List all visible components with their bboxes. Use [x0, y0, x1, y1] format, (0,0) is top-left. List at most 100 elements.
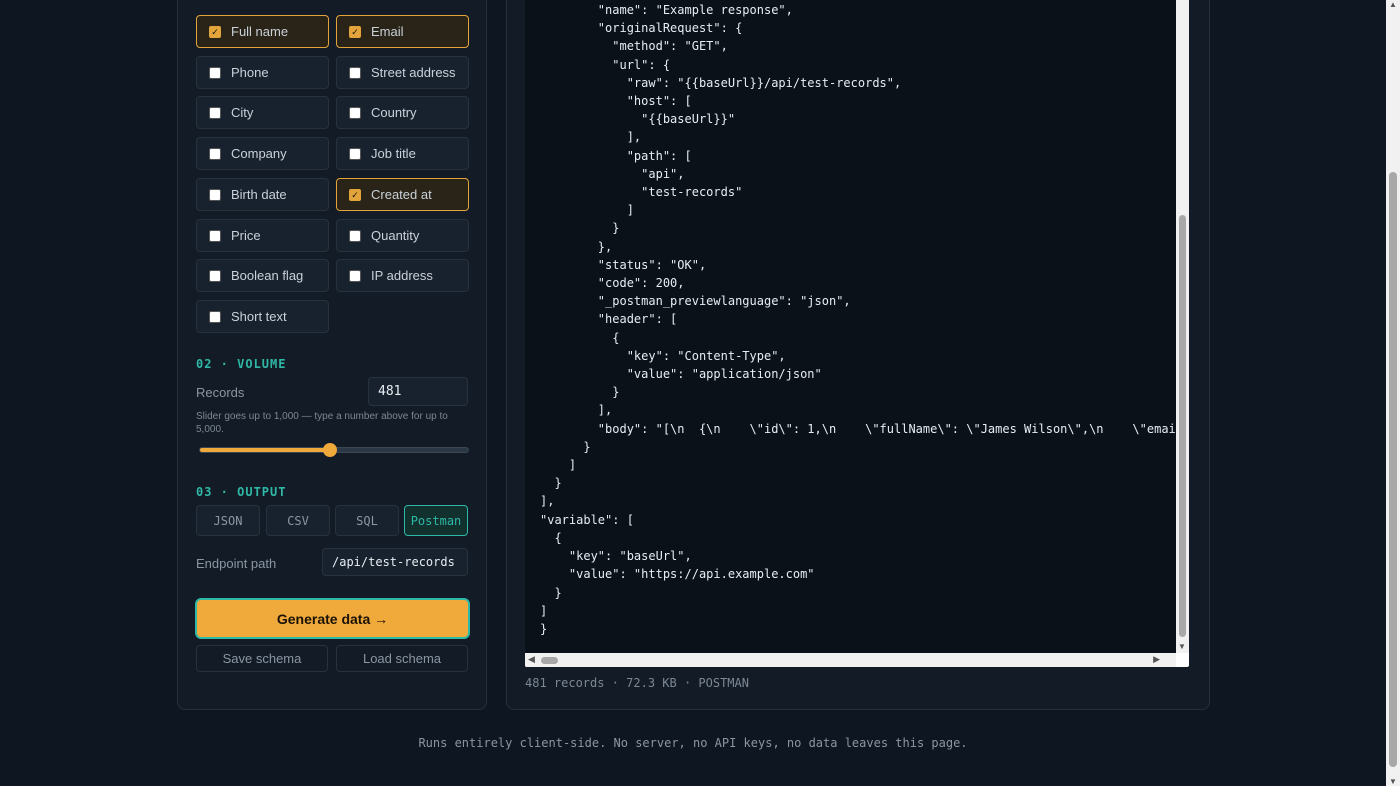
checkbox[interactable]: [209, 106, 221, 119]
field-option-short-text[interactable]: Short text: [196, 300, 329, 333]
generate-button[interactable]: Generate data →: [195, 598, 470, 639]
endpoint-path-input[interactable]: /api/test-records: [322, 548, 468, 576]
code-line: "value": "https://api.example.com": [540, 567, 815, 582]
code-line: "body": "[\n {\n \"id\": 1,\n \"fullName…: [540, 421, 1176, 436]
code-line: }: [540, 439, 591, 454]
code-line: "path": [: [540, 148, 692, 163]
field-label: Country: [371, 105, 417, 120]
field-option-full-name[interactable]: ✓ Full name: [196, 15, 329, 48]
code-line: }: [540, 476, 562, 491]
endpoint-label: Endpoint path: [196, 556, 277, 571]
code-line: "code": 200,: [540, 276, 685, 291]
slider-fill: [200, 448, 330, 452]
code-text: "name": "Example response", "originalReq…: [540, 1, 1176, 638]
scroll-up-arrow-icon[interactable]: ▲: [1389, 0, 1397, 9]
field-option-created-at[interactable]: ✓ Created at: [336, 178, 469, 211]
field-label: Price: [231, 228, 261, 243]
field-option-price[interactable]: Price: [196, 219, 329, 252]
page-scrollbar[interactable]: ▲ ▼: [1386, 0, 1400, 786]
field-option-city[interactable]: City: [196, 96, 329, 129]
checkbox[interactable]: ✓: [349, 188, 361, 201]
field-label: Boolean flag: [231, 268, 304, 283]
field-option-job-title[interactable]: Job title: [336, 137, 469, 170]
scroll-left-arrow-icon[interactable]: ◀: [528, 654, 535, 665]
code-horizontal-scrollbar[interactable]: ◀ ▶: [525, 653, 1176, 667]
scroll-down-arrow-icon[interactable]: ▼: [1178, 642, 1186, 651]
load-schema-button[interactable]: Load schema: [336, 645, 468, 672]
code-output[interactable]: "name": "Example response", "originalReq…: [525, 0, 1189, 667]
code-line: ],: [540, 494, 555, 509]
checkbox[interactable]: ✓: [209, 25, 221, 38]
code-line: ]: [540, 458, 577, 473]
field-label: Full name: [231, 24, 289, 39]
page-scroll-thumb[interactable]: [1389, 172, 1397, 767]
code-vertical-scrollbar[interactable]: ▼: [1176, 0, 1189, 653]
code-line: "originalRequest": {: [540, 21, 743, 36]
checkbox[interactable]: [349, 229, 361, 242]
field-label: Company: [231, 146, 287, 161]
field-label: Street address: [371, 65, 456, 80]
code-line: "test-records": [540, 185, 743, 200]
records-slider[interactable]: [199, 443, 469, 457]
checkbox[interactable]: [349, 147, 361, 160]
format-json-button[interactable]: JSON: [196, 505, 260, 536]
code-line: "value": "application/json": [540, 367, 822, 382]
field-label: IP address: [371, 268, 433, 283]
code-viewport: "name": "Example response", "originalReq…: [525, 0, 1176, 653]
code-line: "variable": [: [540, 512, 634, 527]
field-option-company[interactable]: Company: [196, 137, 329, 170]
field-option-birth-date[interactable]: Birth date: [196, 178, 329, 211]
code-line: ],: [540, 403, 613, 418]
code-line: "method": "GET",: [540, 39, 728, 54]
field-option-ip-address[interactable]: IP address: [336, 259, 469, 292]
output-status: 481 records · 72.3 KB · POSTMAN: [525, 676, 749, 690]
field-label: Email: [371, 24, 404, 39]
code-line: {: [540, 330, 620, 345]
footer-note: Runs entirely client-side. No server, no…: [418, 736, 968, 750]
checkbox[interactable]: [209, 66, 221, 79]
records-input[interactable]: 481: [368, 377, 468, 406]
code-line: "key": "Content-Type",: [540, 348, 786, 363]
code-line: }: [540, 221, 620, 236]
checkbox[interactable]: [209, 310, 221, 323]
code-line: ]: [540, 603, 548, 618]
field-option-quantity[interactable]: Quantity: [336, 219, 469, 252]
checkbox[interactable]: ✓: [349, 25, 361, 38]
output-heading: 03 · OUTPUT: [196, 485, 287, 499]
code-line: "host": [: [540, 94, 692, 109]
code-line: "_postman_previewlanguage": "json",: [540, 294, 851, 309]
code-line: }: [540, 621, 548, 636]
slider-hint: Slider goes up to 1,000 — type a number …: [196, 411, 448, 435]
code-line: "raw": "{{baseUrl}}/api/test-records",: [540, 75, 902, 90]
scroll-thumb[interactable]: [541, 657, 558, 664]
field-option-country[interactable]: Country: [336, 96, 469, 129]
field-option-email[interactable]: ✓ Email: [336, 15, 469, 48]
field-label: Phone: [231, 65, 269, 80]
format-sql-button[interactable]: SQL: [335, 505, 399, 536]
field-option-phone[interactable]: Phone: [196, 56, 329, 89]
checkbox[interactable]: [209, 229, 221, 242]
code-line: "url": {: [540, 57, 671, 72]
field-label: Quantity: [371, 228, 420, 243]
scroll-thumb[interactable]: [1179, 215, 1186, 637]
field-option-street-address[interactable]: Street address: [336, 56, 469, 89]
checkbox[interactable]: [209, 188, 221, 201]
code-line: "api",: [540, 166, 685, 181]
checkbox[interactable]: [349, 106, 361, 119]
slider-thumb[interactable]: [322, 443, 337, 457]
scroll-right-arrow-icon[interactable]: ▶: [1153, 654, 1160, 665]
code-line: ],: [540, 130, 642, 145]
format-postman-button[interactable]: Postman: [404, 505, 468, 536]
field-option-boolean-flag[interactable]: Boolean flag: [196, 259, 329, 292]
checkbox[interactable]: [349, 269, 361, 282]
code-line: {: [540, 530, 562, 545]
field-label: Created at: [371, 187, 432, 202]
checkbox[interactable]: [209, 269, 221, 282]
checkbox[interactable]: [349, 66, 361, 79]
checkbox[interactable]: [209, 147, 221, 160]
scroll-down-arrow-icon[interactable]: ▼: [1389, 777, 1397, 786]
save-schema-button[interactable]: Save schema: [196, 645, 328, 672]
code-line: ]: [540, 203, 634, 218]
field-label: City: [231, 105, 254, 120]
format-csv-button[interactable]: CSV: [266, 505, 330, 536]
